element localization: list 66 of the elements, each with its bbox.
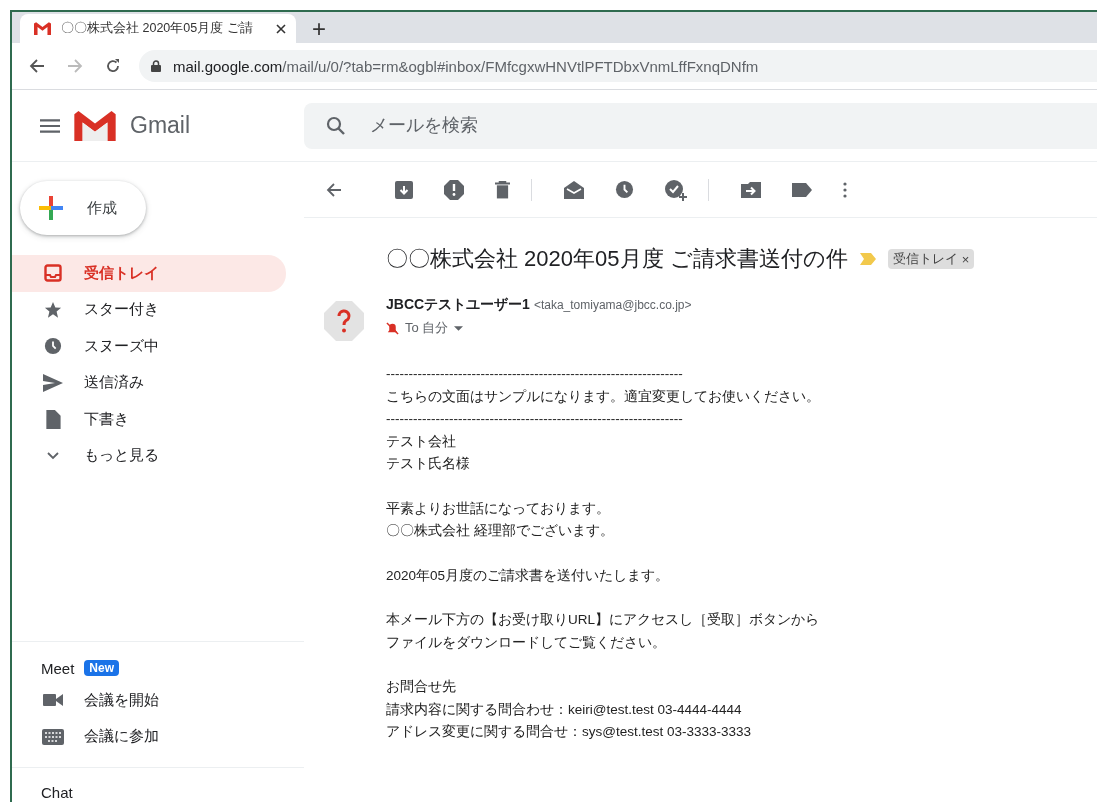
sender-email: <taka_tomiyama@jbcc.co.jp> — [533, 298, 692, 312]
body-text-line: ------------------------------------------------------------------ — [386, 410, 684, 428]
clock-icon — [42, 337, 64, 356]
sidebar-item[interactable]: 会議を開始 — [12, 682, 286, 719]
bell-off-icon — [386, 321, 399, 335]
remove-label-button[interactable]: × — [961, 251, 970, 267]
move-to-icon[interactable] — [741, 181, 761, 198]
sender-name: JBCCテストユーザー1 — [386, 296, 530, 314]
report-spam-icon[interactable] — [444, 179, 464, 200]
address-bar[interactable]: mail.google.com/mail/u/0/?tab=rm&ogbl#inbox/FMfcgxwHNVtlPFTDbxVnmLffFxnqDNfm — [139, 50, 1097, 82]
trash-icon[interactable] — [495, 180, 510, 199]
video-camera-icon — [42, 693, 64, 708]
tab-title: 〇〇株式会社 2020年05月度 ご請 — [61, 20, 254, 37]
body-text-line: テスト会社 — [386, 432, 457, 451]
sidebar-item[interactable]: もっと見る — [12, 437, 286, 474]
body-text-line: アドレス変更に関する問合せ：sys@test.test 03-3333-3333 — [386, 723, 753, 741]
body-text-line: 平素よりお世話になっております。 — [386, 499, 611, 518]
inbox-icon — [42, 264, 64, 283]
body-text-line: こちらの文面はサンプルになります。適宜変更してお使いください。 — [386, 387, 821, 406]
section-title: Meet — [41, 659, 75, 677]
section-title: Chat — [41, 784, 73, 801]
plus-icon — [37, 194, 65, 222]
new-badge: New — [84, 660, 120, 676]
search-field[interactable]: メールを検索 — [304, 102, 1097, 149]
search-icon[interactable] — [326, 115, 346, 136]
gmail-logo-icon — [74, 110, 116, 141]
keyboard-icon — [42, 728, 64, 745]
body-text-line: ファイルをダウンロードしてご覧ください。 — [386, 633, 667, 652]
importance-marker-icon[interactable] — [859, 253, 876, 265]
email-subject: 〇〇株式会社 2020年05月度 ご請求書送付の件 — [386, 245, 848, 273]
sidebar-item[interactable]: 送信済み — [12, 364, 286, 401]
unknown-sender-avatar-icon — [324, 301, 364, 341]
label-chip-text: 受信トレイ — [892, 250, 958, 268]
new-tab-button[interactable]: + — [312, 15, 326, 43]
add-task-icon[interactable] — [665, 178, 687, 201]
gmail-logo-icon — [34, 22, 51, 35]
compose-button[interactable]: 作成 — [20, 181, 146, 235]
menu-icon[interactable] — [40, 118, 60, 133]
sidebar-item[interactable]: 受信トレイ — [12, 255, 286, 292]
sidebar-item[interactable]: 会議に参加 — [12, 718, 286, 755]
label-icon[interactable] — [792, 182, 812, 197]
body-text-line: 請求内容に関する問合わせ：keiri@test.test 03-4444-4444 — [386, 700, 743, 719]
body-text-line: お問合せ先 — [386, 678, 457, 696]
clock-icon[interactable] — [615, 180, 634, 199]
send-icon — [42, 373, 64, 392]
url-text: mail.google.com/mail/u/0/?tab=rm&ogbl#inbox/FMfcgxwHNVtlPFTDbxVnmLffFxnqDNfm — [173, 57, 759, 75]
caret-icon[interactable] — [454, 325, 464, 331]
body-text-line: 本メール下方の【お受け取りURL】にアクセスし［受取］ボタンから — [386, 611, 820, 629]
body-text-line: 〇〇株式会社 経理部でございます。 — [386, 522, 615, 540]
recipient-dropdown[interactable]: To 自分 — [405, 319, 449, 337]
sidebar-item[interactable]: スヌーズ中 — [12, 328, 286, 365]
sidebar-item[interactable]: 下書き — [12, 401, 286, 438]
browser-tab[interactable]: 〇〇株式会社 2020年05月度 ご請 — [20, 14, 296, 43]
back-arrow-icon[interactable] — [326, 181, 342, 198]
app-name: Gmail — [130, 112, 191, 139]
back-arrow-icon[interactable] — [29, 58, 45, 74]
body-text-line: テスト氏名様 — [386, 455, 471, 473]
mark-unread-icon[interactable] — [564, 180, 584, 199]
reload-icon[interactable] — [105, 58, 121, 74]
sidebar-item[interactable]: スター付き — [12, 291, 286, 328]
lock-icon — [151, 60, 161, 72]
close-icon[interactable] — [276, 23, 286, 34]
more-options-icon[interactable] — [843, 181, 847, 198]
body-text-line: ------------------------------------------------------------------ — [386, 365, 684, 383]
archive-icon[interactable] — [395, 180, 413, 199]
body-text-line: 2020年05月度のご請求書を送付いたします。 — [386, 566, 671, 585]
